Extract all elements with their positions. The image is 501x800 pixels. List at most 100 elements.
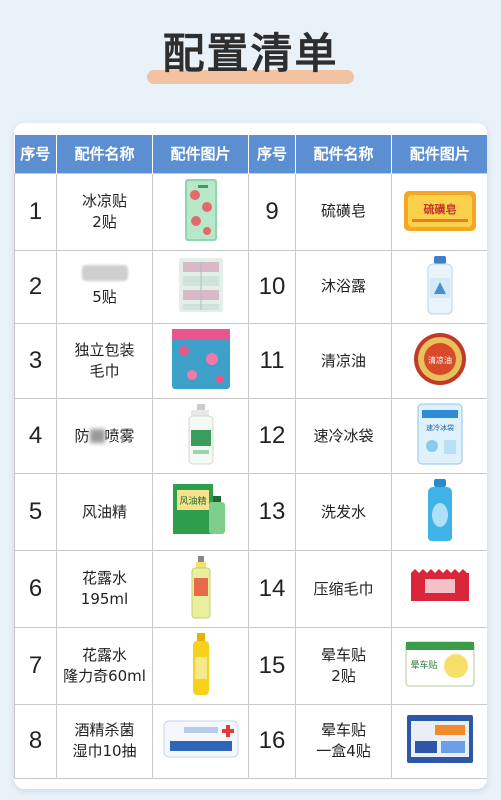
item-name: 沐浴露: [295, 249, 392, 324]
balm-label: 清凉油: [428, 355, 452, 365]
item-image: [391, 550, 487, 628]
patch-sheets-icon: [178, 257, 223, 312]
alcohol-wipes-icon: [163, 720, 238, 758]
item-name-line2: 2贴: [92, 212, 117, 231]
item-name: 冰凉贴 2贴: [56, 172, 153, 251]
item-name-line1: 花露水: [81, 646, 127, 664]
cooling-balm-tin-icon: 清凉油: [413, 333, 466, 385]
item-name: 5贴: [56, 249, 153, 324]
item-image: [152, 627, 249, 705]
blurred-name-mark: [81, 265, 128, 282]
item-number: 5: [14, 473, 57, 551]
page-title: 配置清单: [162, 29, 339, 78]
item-name: 洗发水: [295, 473, 392, 551]
florida-water-bottle-icon: [191, 556, 210, 619]
item-name-line1: 独立包装: [74, 341, 135, 359]
table-row: 3 独立包装 毛巾 11 清凉油 清凉油: [14, 323, 487, 399]
item-image: [152, 398, 249, 474]
body-wash-bottle-icon: [427, 255, 452, 315]
compressed-towel-icon: [410, 569, 469, 601]
item-number: 14: [248, 550, 296, 628]
item-name-line1: 硫磺皂: [320, 202, 366, 220]
item-image: [152, 323, 249, 399]
florida-water-small-icon: [192, 633, 209, 695]
table-row: 7 花露水 隆力奇60ml 15 晕车贴 2贴 晕车贴: [14, 627, 487, 705]
item-name-line1: 洗发水: [320, 502, 366, 521]
title-area: 配置清单: [0, 22, 501, 92]
header-name-2: 配件名称: [295, 135, 392, 173]
ice-pack-icon: 速冷冰袋: [417, 403, 462, 465]
table-row: 4 防喷雾 12 速冷冰袋 速冷冰袋: [14, 398, 487, 474]
table-header-row: 序号 配件名称 配件图片 序号 配件名称 配件图片: [14, 135, 487, 173]
item-name-line2: 5贴: [92, 288, 117, 307]
parts-list-card: 序号 配件名称 配件图片 序号 配件名称 配件图片 1 冰凉贴 2贴 9 硫磺皂…: [14, 123, 487, 789]
soap-label: 硫磺皂: [423, 202, 456, 216]
item-name-line1: 晕车贴: [320, 646, 366, 664]
item-number: 4: [14, 398, 57, 474]
item-image: 晕车贴: [391, 627, 487, 705]
item-number: 13: [248, 473, 296, 551]
item-image: [391, 704, 487, 779]
item-name: 硫磺皂: [295, 172, 392, 251]
item-number: 11: [248, 323, 296, 399]
item-name: 花露水 隆力奇60ml: [56, 627, 153, 705]
item-name-line1: 酒精杀菌: [74, 721, 135, 740]
item-image: [152, 249, 249, 324]
item-name-line1: 压缩毛巾: [313, 579, 374, 598]
ice-pack-label: 速冷冰袋: [426, 423, 454, 432]
item-number: 2: [14, 249, 57, 324]
item-number: 8: [14, 704, 57, 779]
table-row: 1 冰凉贴 2贴 9 硫磺皂 硫磺皂: [14, 172, 487, 251]
item-number: 15: [248, 627, 296, 705]
table-row: 8 酒精杀菌 湿巾10抽 16 晕车贴 一盒4贴: [14, 704, 487, 779]
item-image: 硫磺皂: [391, 172, 487, 251]
item-number: 3: [14, 323, 57, 399]
item-name: 晕车贴 一盒4贴: [295, 704, 392, 779]
item-image: 风油精: [152, 473, 249, 551]
oil-label: 风油精: [179, 495, 206, 507]
item-name-line1: 晕车贴: [320, 721, 366, 740]
item-name-line2: 2贴: [331, 667, 356, 685]
header-name: 配件名称: [56, 135, 153, 173]
item-name-line1: 冰凉贴: [81, 191, 127, 210]
item-name: 独立包装 毛巾: [56, 323, 153, 399]
parts-table: 序号 配件名称 配件图片 序号 配件名称 配件图片 1 冰凉贴 2贴 9 硫磺皂…: [14, 135, 487, 779]
item-name-line2: 毛巾: [89, 362, 120, 380]
item-image: [391, 249, 487, 324]
item-image: [152, 550, 249, 628]
sulfur-soap-icon: 硫磺皂: [403, 190, 476, 231]
item-name-line2: 隆力奇60ml: [63, 667, 146, 685]
essential-oil-box-icon: 风油精: [172, 484, 225, 534]
item-name-line1: 清凉油: [320, 351, 366, 370]
blurred-char: [89, 429, 105, 443]
item-name-line2: 湿巾10抽: [72, 742, 137, 761]
packaged-towel-icon: [171, 329, 230, 389]
item-number: 10: [248, 249, 296, 324]
table-row: 6 花露水 195ml 14 压缩毛巾: [14, 550, 487, 628]
item-number: 6: [14, 550, 57, 628]
item-image: 清凉油: [391, 323, 487, 399]
item-name: 酒精杀菌 湿巾10抽: [56, 704, 153, 779]
item-image: [391, 473, 487, 551]
item-name: 防喷雾: [56, 398, 153, 474]
patch-label: 晕车贴: [410, 659, 437, 671]
item-number: 12: [248, 398, 296, 474]
item-name: 花露水 195ml: [56, 550, 153, 628]
cooling-patch-green-icon: [184, 178, 217, 241]
header-no-2: 序号: [248, 135, 296, 173]
header-image-2: 配件图片: [391, 135, 487, 173]
item-name: 风油精: [56, 473, 153, 551]
item-name-line1: 速冷冰袋: [313, 426, 374, 445]
motion-sickness-patch-icon: 晕车贴: [405, 641, 474, 687]
item-name-line2: 195ml: [80, 590, 129, 608]
item-image: 速冷冰袋: [391, 398, 487, 474]
spray-bottle-icon: [188, 404, 213, 465]
item-image: [152, 172, 249, 251]
item-number: 9: [248, 172, 296, 251]
item-name-line1: 防喷雾: [74, 426, 135, 445]
motion-patch-box-icon: [406, 715, 473, 764]
item-name-line1: 沐浴露: [320, 277, 366, 296]
table-row: 2 5贴 10 沐浴露: [14, 249, 487, 324]
item-image: [152, 704, 249, 779]
item-name-line2: 一盒4贴: [316, 742, 371, 761]
